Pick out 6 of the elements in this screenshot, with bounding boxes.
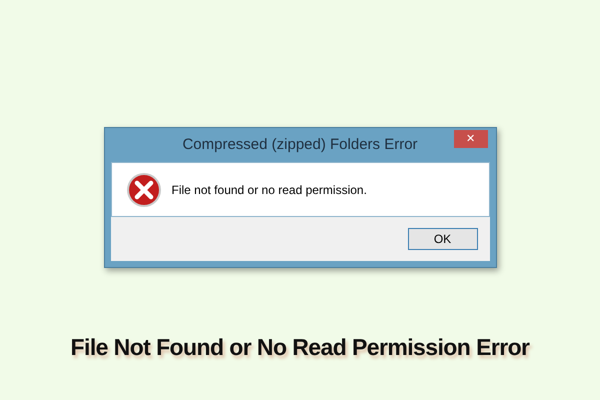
window-title: Compressed (zipped) Folders Error xyxy=(182,134,418,155)
error-icon xyxy=(126,172,162,208)
ok-button[interactable]: OK xyxy=(408,228,478,250)
close-button[interactable]: ✕ xyxy=(454,130,488,148)
error-message: File not found or no read permission. xyxy=(172,182,367,198)
caption: File Not Found or No Read Permission Error xyxy=(70,333,530,362)
